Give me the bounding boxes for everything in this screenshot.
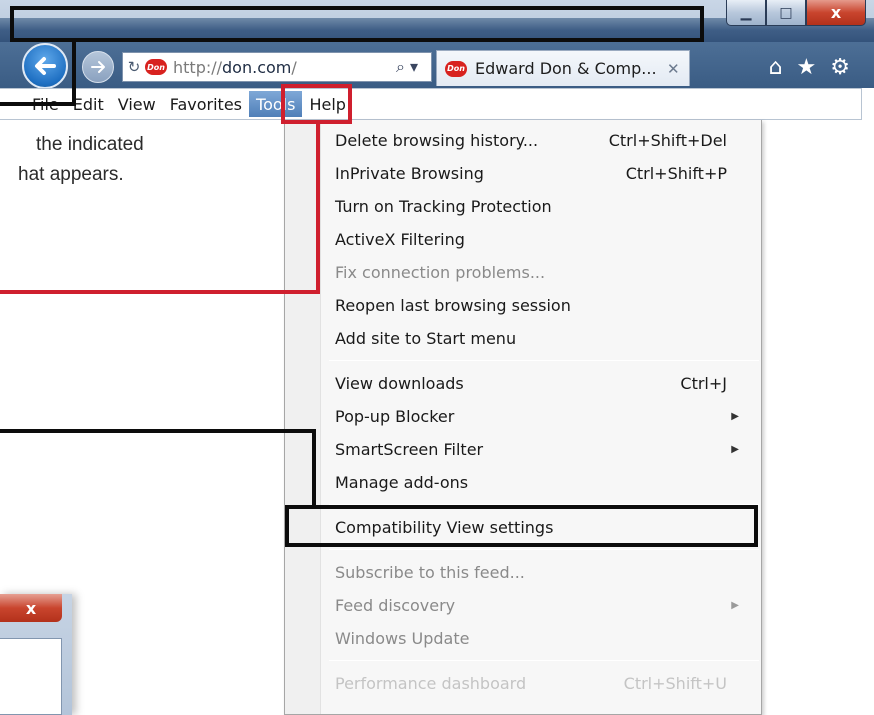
menu-item-shortcut: Ctrl+J xyxy=(680,373,727,393)
dialog-close-button[interactable]: x xyxy=(0,594,62,622)
menu-item-reopen-session[interactable]: Reopen last browsing session xyxy=(335,289,745,321)
menu-separator xyxy=(329,360,759,361)
back-button[interactable] xyxy=(22,43,68,89)
annotation-connector xyxy=(72,40,76,106)
close-button[interactable]: x xyxy=(806,0,866,26)
url-tail: / xyxy=(291,57,297,77)
callout-line-1: the indicated xyxy=(36,134,144,155)
menu-item-windows-update: Windows Update xyxy=(335,622,745,654)
menu-item-fix-connection: Fix connection problems... xyxy=(335,256,745,288)
menu-item-label: ActiveX Filtering xyxy=(335,229,465,249)
menu-item-performance-dashboard: Performance dashboard Ctrl+Shift+U xyxy=(335,667,745,699)
close-icon: x xyxy=(25,598,37,618)
refresh-icon[interactable]: ↻ xyxy=(123,58,145,76)
dialog-body xyxy=(0,638,62,715)
menu-item-smartscreen[interactable]: SmartScreen Filter ▶ xyxy=(335,433,745,465)
instruction-callout: the indicated hat appears. xyxy=(0,130,200,190)
url-host: don.com xyxy=(222,57,292,77)
submenu-arrow-icon: ▶ xyxy=(731,599,739,611)
annotation-connector xyxy=(0,290,320,294)
menu-item-subscribe-feed: Subscribe to this feed... xyxy=(335,556,745,588)
forward-arrow-icon xyxy=(91,61,105,73)
browser-tab[interactable]: Don Edward Don & Comp... ✕ xyxy=(436,50,690,86)
menu-item-label: View downloads xyxy=(335,373,464,393)
menu-item-label: InPrivate Browsing xyxy=(335,163,484,183)
annotation-connector xyxy=(0,429,316,433)
menu-separator xyxy=(329,660,759,661)
menu-item-label: Delete browsing history... xyxy=(335,130,539,150)
url-text[interactable]: http://don.com/ xyxy=(173,58,383,77)
callout-line-2: hat appears. xyxy=(18,164,124,185)
menu-item-label: Performance dashboard xyxy=(335,673,527,693)
window-controls: ▁ □ x xyxy=(726,0,866,26)
tools-dropdown-menu: Delete browsing history... Ctrl+Shift+De… xyxy=(284,120,762,715)
home-icon[interactable]: ⌂ xyxy=(769,55,783,80)
menu-bar: File Edit View Favorites Tools Help xyxy=(0,88,862,120)
minimize-button[interactable]: ▁ xyxy=(726,0,766,26)
toolbar-icons: ⌂ ★ ⚙ xyxy=(769,52,850,82)
menu-item-delete-history[interactable]: Delete browsing history... Ctrl+Shift+De… xyxy=(335,124,745,156)
tab-title: Edward Don & Comp... xyxy=(475,59,657,78)
menu-view[interactable]: View xyxy=(111,91,163,117)
maximize-icon: □ xyxy=(779,4,793,21)
menu-item-label: SmartScreen Filter xyxy=(335,439,484,459)
address-bar[interactable]: ↻ Don http://don.com/ ⌕ ▾ xyxy=(122,52,432,82)
menu-item-label: Add site to Start menu xyxy=(335,328,517,348)
menu-item-shortcut: Ctrl+Shift+P xyxy=(625,163,727,183)
menu-separator xyxy=(329,549,759,550)
annotation-connector xyxy=(316,122,320,294)
menu-item-label: Turn on Tracking Protection xyxy=(335,196,552,216)
menu-item-shortcut: Ctrl+Shift+U xyxy=(623,673,727,693)
annotation-box-compatibility xyxy=(285,505,758,547)
menu-item-label: Feed discovery xyxy=(335,595,456,615)
minimize-icon: ▁ xyxy=(740,4,752,21)
menu-item-view-downloads[interactable]: View downloads Ctrl+J xyxy=(335,367,745,399)
annotation-box-titlebar xyxy=(10,6,704,42)
url-scheme: http:// xyxy=(173,57,223,77)
dialog-fragment: x xyxy=(0,594,72,715)
menu-item-feed-discovery: Feed discovery ▶ xyxy=(335,589,745,621)
maximize-button[interactable]: □ xyxy=(766,0,806,26)
annotation-connector xyxy=(312,429,316,507)
menu-item-label: Manage add-ons xyxy=(335,472,469,492)
menu-item-label: Pop-up Blocker xyxy=(335,406,455,426)
search-dropdown-icon[interactable]: ⌕ ▾ xyxy=(383,57,431,77)
tab-favicon: Don xyxy=(445,60,467,77)
menu-item-inprivate[interactable]: InPrivate Browsing Ctrl+Shift+P xyxy=(335,157,745,189)
annotation-connector xyxy=(0,102,76,106)
menu-item-label: Windows Update xyxy=(335,628,470,648)
submenu-arrow-icon: ▶ xyxy=(731,443,739,455)
close-icon: x xyxy=(830,3,842,22)
tab-close-icon[interactable]: ✕ xyxy=(667,60,689,78)
menu-favorites[interactable]: Favorites xyxy=(163,91,249,117)
back-arrow-icon xyxy=(35,57,56,75)
forward-button[interactable] xyxy=(82,51,114,83)
submenu-arrow-icon: ▶ xyxy=(731,410,739,422)
site-favicon: Don xyxy=(145,59,167,75)
menu-item-add-to-start[interactable]: Add site to Start menu xyxy=(335,322,745,354)
favorites-star-icon[interactable]: ★ xyxy=(797,55,817,80)
menu-item-manage-addons[interactable]: Manage add-ons xyxy=(335,466,745,498)
menu-item-label: Reopen last browsing session xyxy=(335,295,571,315)
menu-item-label: Fix connection problems... xyxy=(335,262,546,282)
menu-item-tracking-protection[interactable]: Turn on Tracking Protection xyxy=(335,190,745,222)
menu-item-activex-filtering[interactable]: ActiveX Filtering xyxy=(335,223,745,255)
menu-item-shortcut: Ctrl+Shift+Del xyxy=(608,130,727,150)
annotation-box-tools xyxy=(281,84,352,124)
menu-item-popup-blocker[interactable]: Pop-up Blocker ▶ xyxy=(335,400,745,432)
gear-icon[interactable]: ⚙ xyxy=(830,55,850,80)
menu-item-label: Subscribe to this feed... xyxy=(335,562,525,582)
